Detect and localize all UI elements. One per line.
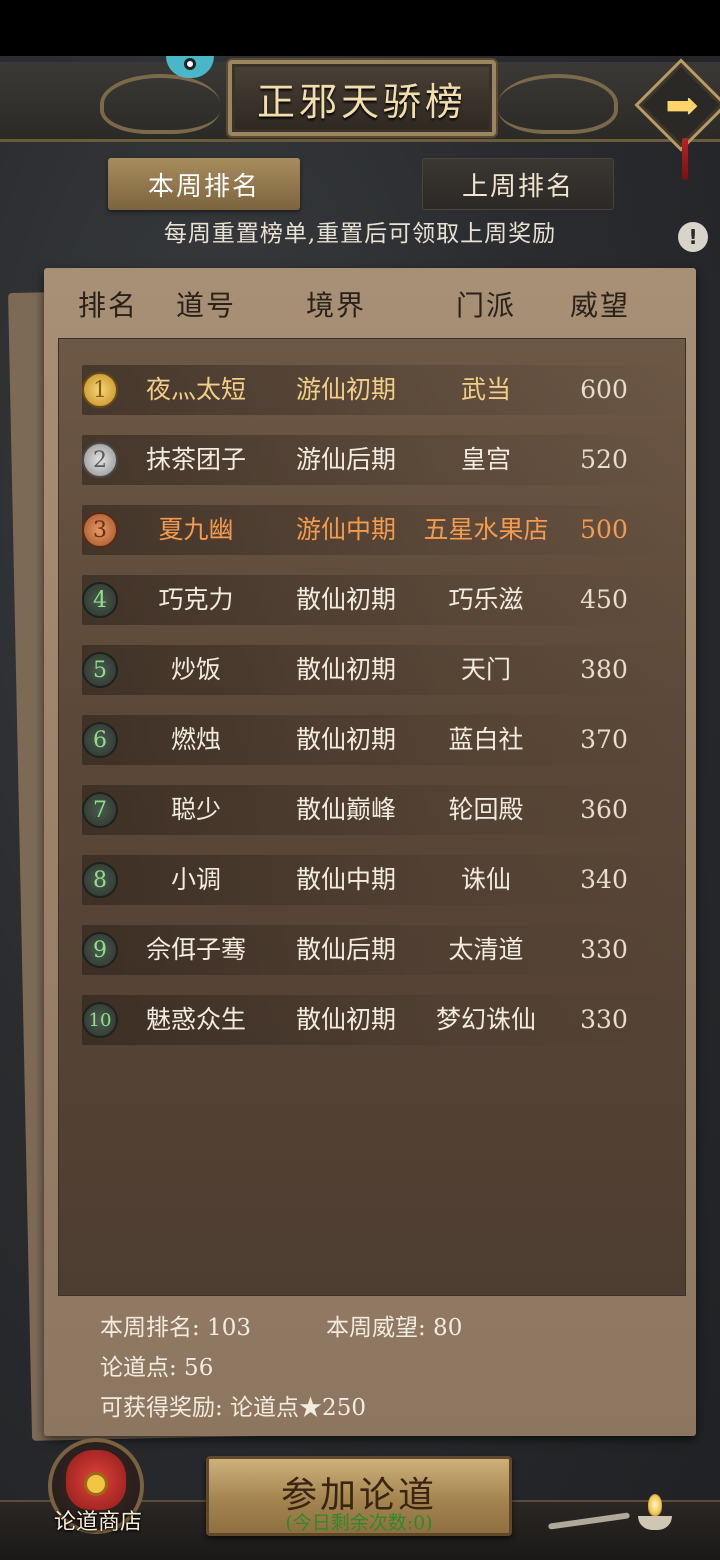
rank-badge: 6: [82, 722, 118, 758]
player-sect: 太清道: [448, 935, 524, 964]
rank-medal-bronze: 3: [82, 512, 118, 548]
tassel-decoration: [682, 138, 688, 180]
player-sect: 五星水果店: [423, 515, 549, 544]
player-name: 聪少: [170, 795, 221, 824]
title-plaque: 正邪天骄榜: [228, 60, 496, 136]
player-prestige: 520: [580, 445, 628, 474]
player-realm: 散仙巅峰: [295, 795, 396, 824]
debate-points: 论道点: 56: [100, 1355, 214, 1381]
player-realm: 散仙初期: [295, 725, 396, 754]
rank-badge: 10: [82, 1002, 118, 1038]
player-sect: 梦幻诛仙: [435, 1005, 536, 1034]
flame-icon: [648, 1494, 662, 1516]
reset-notice: 每周重置榜单,重置后可领取上周奖励: [163, 221, 557, 247]
weekly-rank: 本周排名: 103: [100, 1315, 251, 1341]
player-realm: 游仙后期: [295, 445, 396, 474]
cloud-ornament-left: [100, 74, 220, 134]
column-header-prestige: 威望: [570, 289, 631, 322]
player-name: 燃烛: [170, 725, 221, 754]
player-realm: 散仙后期: [295, 935, 396, 964]
status-bar: [0, 0, 720, 56]
player-realm: 散仙初期: [295, 655, 396, 684]
weekly-prestige: 本周威望: 80: [326, 1315, 463, 1341]
player-prestige: 500: [580, 515, 628, 544]
tab-this-week[interactable]: 本周排名: [108, 158, 300, 210]
player-sect: 武当: [460, 375, 511, 404]
remaining-attempts: (今日剩余次数:0): [285, 1512, 433, 1534]
player-realm: 散仙初期: [295, 1005, 396, 1034]
rank-badge: 4: [82, 582, 118, 618]
rank-badge: 9: [82, 932, 118, 968]
player-prestige: 600: [580, 375, 628, 404]
player-sect: 天门: [460, 655, 511, 684]
tab-last-week[interactable]: 上周排名: [422, 158, 614, 210]
player-prestige: 380: [580, 655, 628, 684]
player-prestige: 360: [580, 795, 628, 824]
column-header-sect: 门派: [456, 289, 517, 322]
player-prestige: 330: [580, 935, 628, 964]
rank-medal-silver: 2: [82, 442, 118, 478]
rank-badge: 8: [82, 862, 118, 898]
player-name: 夏九幽: [158, 515, 234, 544]
player-sect: 诛仙: [460, 865, 511, 894]
player-sect: 巧乐滋: [448, 585, 524, 614]
cloud-ornament-right: [498, 74, 618, 134]
column-header-rank: 排名: [78, 289, 139, 322]
shop-label[interactable]: 论道商店: [44, 1504, 152, 1536]
player-name: 佘佴子骞: [145, 935, 246, 964]
rank-medal-gold: 1: [82, 372, 118, 408]
player-sect: 皇宫: [460, 445, 511, 474]
player-prestige: 330: [580, 1005, 628, 1034]
column-header-realm: 境界: [306, 289, 367, 322]
player-realm: 游仙中期: [295, 515, 396, 544]
player-name: 小调: [170, 865, 221, 894]
info-icon[interactable]: !: [678, 222, 708, 252]
arrow-right-icon[interactable]: ➡: [658, 86, 706, 126]
player-prestige: 340: [580, 865, 628, 894]
player-name: 夜灬太短: [145, 375, 246, 404]
player-name: 魅惑众生: [145, 1005, 246, 1034]
rank-badge: 7: [82, 792, 118, 828]
player-sect: 蓝白社: [448, 725, 524, 754]
player-sect: 轮回殿: [448, 795, 524, 824]
reward-info: 可获得奖励: 论道点★250: [100, 1395, 366, 1421]
player-name: 巧克力: [158, 585, 234, 614]
player-name: 抹茶团子: [145, 445, 246, 474]
player-prestige: 370: [580, 725, 628, 754]
column-header-name: 道号: [176, 289, 237, 322]
money-bag-icon[interactable]: [66, 1450, 126, 1510]
player-realm: 散仙初期: [295, 585, 396, 614]
player-prestige: 450: [580, 585, 628, 614]
player-realm: 散仙中期: [295, 865, 396, 894]
player-name: 炒饭: [170, 655, 221, 684]
player-realm: 游仙初期: [295, 375, 396, 404]
page-title: 正邪天骄榜: [256, 79, 467, 124]
rank-badge: 5: [82, 652, 118, 688]
